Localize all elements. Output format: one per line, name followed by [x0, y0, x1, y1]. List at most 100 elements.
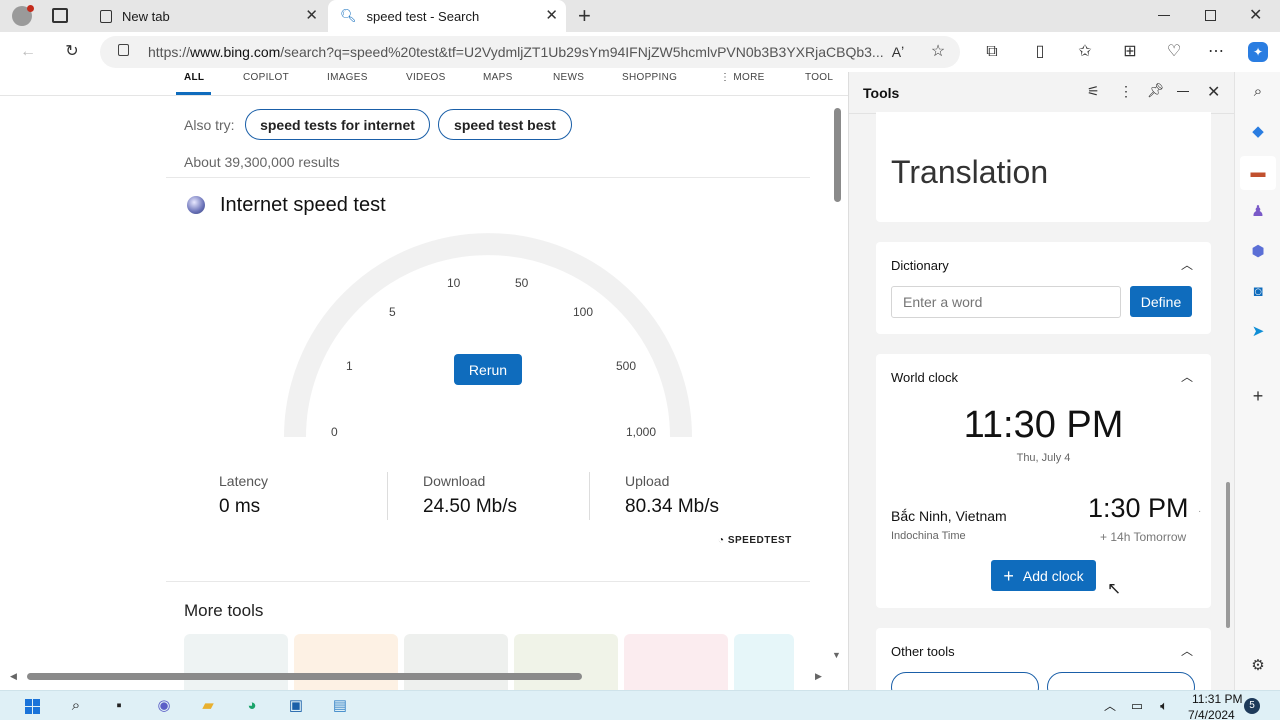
tools-more-icon[interactable]: ⋮ — [1119, 83, 1133, 100]
more-options-icon[interactable]: ⋯ — [1206, 42, 1226, 62]
notepad-icon[interactable]: ▤ — [330, 696, 350, 716]
outlook-icon[interactable]: ◙ — [1248, 282, 1268, 302]
divider — [166, 177, 810, 178]
tools-close-icon[interactable]: ✕ — [1207, 82, 1220, 102]
extensions-icon[interactable]: ⧉ — [982, 42, 1002, 62]
tab-speed-test-search[interactable]: 🔍︎ speed test - Search ✕ — [328, 0, 566, 32]
nav-tab-more[interactable]: ⋮ MORE — [720, 72, 765, 83]
url-domain: www.bing.com — [190, 44, 281, 60]
tab-new-tab[interactable]: New tab ✕ — [88, 0, 326, 32]
gauge-label-1: 1 — [346, 359, 353, 373]
tab-actions-icon[interactable] — [52, 8, 68, 23]
divider — [166, 581, 810, 582]
other-tool-button[interactable] — [891, 672, 1039, 690]
refresh-icon[interactable]: ↻ — [62, 42, 82, 62]
gauge-label-0: 0 — [331, 425, 338, 439]
nav-tab-all[interactable]: ALL — [184, 72, 204, 83]
tool-tile[interactable] — [294, 634, 398, 690]
other-tool-button[interactable] — [1047, 672, 1195, 690]
scroll-left-arrow-icon[interactable]: ◀ — [10, 671, 17, 682]
gauge-label-50: 50 — [515, 276, 529, 290]
minimize-icon[interactable] — [1158, 15, 1170, 16]
vertical-scrollbar-thumb[interactable] — [834, 108, 841, 202]
nav-tab-copilot[interactable]: COPILOT — [243, 72, 289, 83]
favorites-icon[interactable]: ✩ — [1075, 42, 1095, 62]
world-clock-title: World clock — [891, 370, 958, 385]
show-hidden-icons-chevron-icon[interactable]: ︿ — [1100, 696, 1120, 716]
nav-tab-maps[interactable]: MAPS — [483, 72, 513, 83]
volume-icon[interactable]: 🔈︎ — [1154, 696, 1174, 716]
tool-tile[interactable] — [624, 634, 728, 690]
tools-scrollbar-thumb[interactable] — [1226, 482, 1230, 628]
address-toolbar: ← ↻ https://www.bing.com/search?q=speed%… — [0, 32, 1280, 72]
also-try-chip[interactable]: speed tests for internet — [245, 109, 430, 140]
also-try-chip[interactable]: speed test best — [438, 109, 572, 140]
edge-browser-icon[interactable]: ◕ — [242, 696, 262, 716]
microsoft365-icon[interactable]: ⬢ — [1248, 242, 1268, 262]
nav-tab-news[interactable]: NEWS — [553, 72, 584, 83]
new-tab-icon[interactable]: + — [578, 3, 591, 29]
tools-minimize-icon[interactable] — [1177, 91, 1189, 92]
tool-tile[interactable] — [184, 634, 288, 690]
favorite-star-icon[interactable]: ☆ — [928, 42, 948, 62]
pin-icon[interactable]: 📌︎ — [1147, 82, 1165, 99]
horizontal-scrollbar-thumb[interactable] — [27, 673, 582, 680]
close-window-icon[interactable]: ✕ — [1249, 5, 1262, 25]
clock-time[interactable]: 11:31 PM — [1192, 692, 1242, 706]
plus-icon: + — [1003, 565, 1014, 586]
collapse-chevron-icon[interactable]: ︿ — [1181, 368, 1193, 385]
tool-tile[interactable] — [404, 634, 508, 690]
dictionary-word-input[interactable] — [891, 286, 1121, 318]
result-count: About 39,300,000 results — [184, 154, 340, 170]
add-clock-button[interactable]: + Add clock — [991, 560, 1096, 591]
browser-essentials-icon[interactable]: ♡ — [1164, 42, 1184, 62]
split-screen-icon[interactable]: ▯ — [1030, 42, 1050, 62]
tool-tile[interactable] — [514, 634, 618, 690]
shopping-tag-icon[interactable]: ◆ — [1248, 122, 1268, 142]
network-icon[interactable]: ▭ — [1127, 696, 1147, 716]
collections-icon[interactable]: ⊞ — [1120, 42, 1140, 62]
scroll-down-arrow-icon[interactable]: ▼ — [832, 650, 841, 660]
clock-offset: + 14h Tomorrow — [1100, 530, 1187, 544]
collapse-chevron-icon[interactable]: ︿ — [1181, 256, 1193, 273]
collapse-chevron-icon[interactable]: ︿ — [1181, 642, 1193, 659]
translation-title: Translation — [891, 154, 1049, 190]
nav-tab-tools[interactable]: TOOL — [805, 72, 833, 83]
rerun-button[interactable]: Rerun — [454, 354, 522, 385]
clock-row-more-icon[interactable]: · — [1198, 506, 1201, 517]
close-tab-icon[interactable]: ✕ — [305, 6, 318, 24]
read-aloud-icon[interactable]: Aʼ — [888, 42, 908, 62]
copilot-icon[interactable]: ✦ — [1248, 42, 1268, 62]
windows-start-icon[interactable] — [25, 699, 40, 714]
address-bar[interactable]: https://www.bing.com/search?q=speed%20te… — [100, 36, 960, 68]
nav-tab-images[interactable]: IMAGES — [327, 72, 368, 83]
restore-icon[interactable] — [1205, 10, 1216, 21]
tool-tile[interactable] — [734, 634, 794, 690]
add-sidebar-item-icon[interactable]: + — [1248, 386, 1268, 406]
chat-icon[interactable]: ◉ — [154, 696, 174, 716]
close-tab-icon[interactable]: ✕ — [545, 6, 558, 24]
nav-tab-shopping[interactable]: SHOPPING — [622, 72, 677, 83]
notification-dot — [27, 5, 34, 12]
url-prefix: https:// — [148, 44, 191, 60]
file-explorer-icon[interactable]: ▰ — [198, 696, 218, 716]
drop-send-icon[interactable]: ➤ — [1248, 322, 1268, 342]
nav-tab-videos[interactable]: VIDEOS — [406, 72, 446, 83]
search-icon[interactable]: ⌕ — [1248, 82, 1268, 102]
toolbox-icon[interactable]: ▬ — [1248, 163, 1268, 183]
notification-badge[interactable]: 5 — [1244, 698, 1260, 714]
store-icon[interactable]: ▣ — [286, 696, 306, 716]
back-icon[interactable]: ← — [18, 42, 38, 62]
dictionary-card: Dictionary ︿ Define — [876, 242, 1211, 334]
url-path: /search?q=speed%20test&tf=U2VydmljZT1Ub2… — [280, 44, 884, 60]
task-view-icon[interactable]: ▪ — [109, 696, 129, 716]
sidebar-settings-icon[interactable]: ⚙ — [1248, 656, 1268, 676]
tools-settings-icon[interactable]: ⚟ — [1087, 83, 1100, 100]
speedtest-brand: ◔ SPEEDTEST — [718, 535, 792, 546]
also-try-label: Also try: — [184, 117, 235, 133]
taskbar-search-icon[interactable]: ⌕ — [66, 696, 86, 716]
games-icon[interactable]: ♟ — [1248, 202, 1268, 222]
page-icon — [100, 9, 112, 23]
scroll-right-arrow-icon[interactable]: ▶ — [815, 671, 822, 682]
define-button[interactable]: Define — [1130, 286, 1192, 317]
